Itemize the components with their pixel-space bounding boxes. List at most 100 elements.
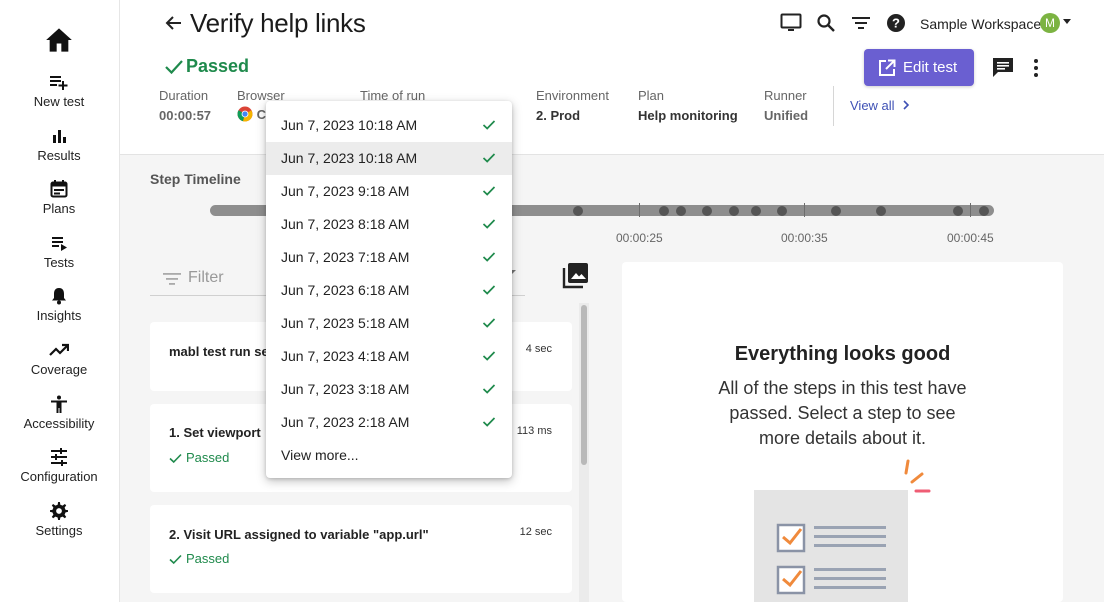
step-timeline-title: Step Timeline (150, 171, 241, 187)
edit-test-label: Edit test (903, 59, 958, 76)
run-time-option[interactable]: Jun 7, 2023 7:18 AM (266, 241, 512, 274)
desktop-icon[interactable] (780, 13, 802, 38)
empty-state-body: All of the steps in this test have passe… (718, 378, 967, 448)
step-duration: 4 sec (525, 343, 552, 355)
photo-library-icon[interactable] (561, 262, 589, 295)
sidebar-item-accessibility[interactable]: Accessibility (0, 395, 118, 431)
run-time-option-selected[interactable]: Jun 7, 2023 10:18 AM (266, 142, 512, 175)
step-card[interactable]: 2. Visit URL assigned to variable "app.u… (150, 505, 572, 593)
filter-placeholder: Filter (188, 269, 224, 286)
sidebar-item-label: Insights (36, 308, 82, 323)
meta-value: Help monitoring (638, 108, 738, 123)
timeline-step-dot[interactable] (876, 206, 886, 216)
timeline-step-dot[interactable] (979, 206, 989, 216)
run-time-dropdown: Jun 7, 2023 10:18 AM Jun 7, 2023 10:18 A… (266, 101, 512, 478)
check-icon (482, 417, 496, 427)
meta-label: Environment (536, 88, 609, 103)
run-time-option[interactable]: Jun 7, 2023 9:18 AM (266, 175, 512, 208)
help-icon[interactable]: ? (886, 13, 906, 38)
check-icon (482, 186, 496, 196)
step-title: mabl test run se (169, 344, 269, 359)
sidebar-item-label: Configuration (20, 469, 98, 484)
search-icon[interactable] (816, 13, 836, 38)
timeline-step-dot[interactable] (831, 206, 841, 216)
gear-icon (49, 502, 69, 520)
timeline-step-dot[interactable] (573, 206, 583, 216)
run-status-label: Passed (186, 56, 250, 76)
timeline-step-dot[interactable] (702, 206, 712, 216)
checklist-illustration (754, 457, 934, 602)
tune-icon (49, 448, 69, 466)
sidebar-item-settings[interactable]: Settings (0, 502, 118, 538)
sidebar-item-new-test[interactable]: New test (0, 73, 118, 109)
avatar[interactable]: M (1040, 13, 1060, 33)
check-icon (482, 351, 496, 361)
filter-list-icon[interactable] (851, 13, 871, 38)
sidebar-item-insights[interactable]: Insights (0, 287, 118, 323)
sidebar-item-label: Results (37, 148, 81, 163)
timeline-step-dot[interactable] (751, 206, 761, 216)
filter-list-icon (163, 273, 181, 285)
run-time-option[interactable]: Jun 7, 2023 8:18 AM (266, 208, 512, 241)
timeline-step-dot[interactable] (729, 206, 739, 216)
meta-label: Duration (159, 88, 209, 103)
step-duration: 113 ms (516, 425, 552, 437)
chevron-down-icon[interactable] (1063, 19, 1071, 24)
meta-runner: Runner Unified (764, 88, 808, 123)
more-vert-icon[interactable] (1032, 58, 1040, 83)
sidebar-item-tests[interactable]: Tests (0, 234, 118, 270)
sidebar-item-label: Plans (42, 201, 76, 216)
timeline-step-dot[interactable] (777, 206, 787, 216)
check-icon (482, 219, 496, 229)
sidebar-item-plans[interactable]: Plans (0, 180, 118, 216)
run-time-option[interactable]: Jun 7, 2023 3:18 AM (266, 373, 512, 406)
open-in-new-icon (879, 59, 896, 76)
meta-environment: Environment 2. Prod (536, 88, 609, 123)
meta-value: 00:00:57 (159, 108, 212, 123)
meta-value: 2. Prod (536, 108, 581, 123)
timeline-tick-label: 00:00:45 (947, 231, 994, 245)
timeline-step-dot[interactable] (676, 206, 686, 216)
view-more-option[interactable]: View more... (266, 439, 512, 472)
run-time-option[interactable]: Jun 7, 2023 5:18 AM (266, 307, 512, 340)
chevron-right-icon (903, 100, 910, 110)
check-icon (482, 120, 496, 130)
playlist-add-icon (49, 73, 69, 91)
chrome-icon (237, 106, 253, 122)
back-arrow-icon[interactable] (164, 13, 184, 33)
sidebar-item-label: Settings (35, 523, 83, 538)
timeline-tick (804, 203, 805, 217)
timeline-step-dot[interactable] (659, 206, 669, 216)
meta-label: Runner (764, 88, 807, 103)
timeline-step-dot[interactable] (953, 206, 963, 216)
run-status: Passed (164, 56, 249, 77)
timeline-tick (970, 203, 971, 217)
step-duration: 12 sec (519, 526, 552, 538)
step-details-panel: Everything looks good All of the steps i… (622, 262, 1063, 602)
timeline-tick (639, 203, 640, 217)
timeline-tick-label: 00:00:35 (781, 231, 828, 245)
meta-value: Unified (764, 108, 809, 123)
trending-up-icon (49, 341, 69, 359)
sidebar-item-label: Tests (43, 255, 75, 270)
sidebar-item-configuration[interactable]: Configuration (0, 448, 118, 484)
scrollbar-thumb[interactable] (581, 305, 587, 465)
empty-state-title: Everything looks good (734, 343, 951, 365)
run-time-option[interactable]: Jun 7, 2023 6:18 AM (266, 274, 512, 307)
check-icon (482, 384, 496, 394)
step-title: 2. Visit URL assigned to variable "app.u… (169, 527, 429, 542)
step-status: Passed (169, 450, 229, 465)
run-time-option[interactable]: Jun 7, 2023 2:18 AM (266, 406, 512, 439)
run-time-option[interactable]: Jun 7, 2023 4:18 AM (266, 340, 512, 373)
check-icon (169, 453, 182, 464)
check-icon (482, 153, 496, 163)
home-icon[interactable] (45, 27, 73, 53)
view-all-link[interactable]: View all (850, 98, 910, 113)
edit-test-button[interactable]: Edit test (864, 49, 974, 86)
sidebar-item-coverage[interactable]: Coverage (0, 341, 118, 377)
workspace-name[interactable]: Sample Workspace (920, 16, 1041, 32)
comment-icon[interactable] (992, 57, 1014, 83)
sidebar-item-results[interactable]: Results (0, 127, 118, 163)
run-time-option[interactable]: Jun 7, 2023 10:18 AM (266, 109, 512, 142)
divider (833, 86, 834, 126)
